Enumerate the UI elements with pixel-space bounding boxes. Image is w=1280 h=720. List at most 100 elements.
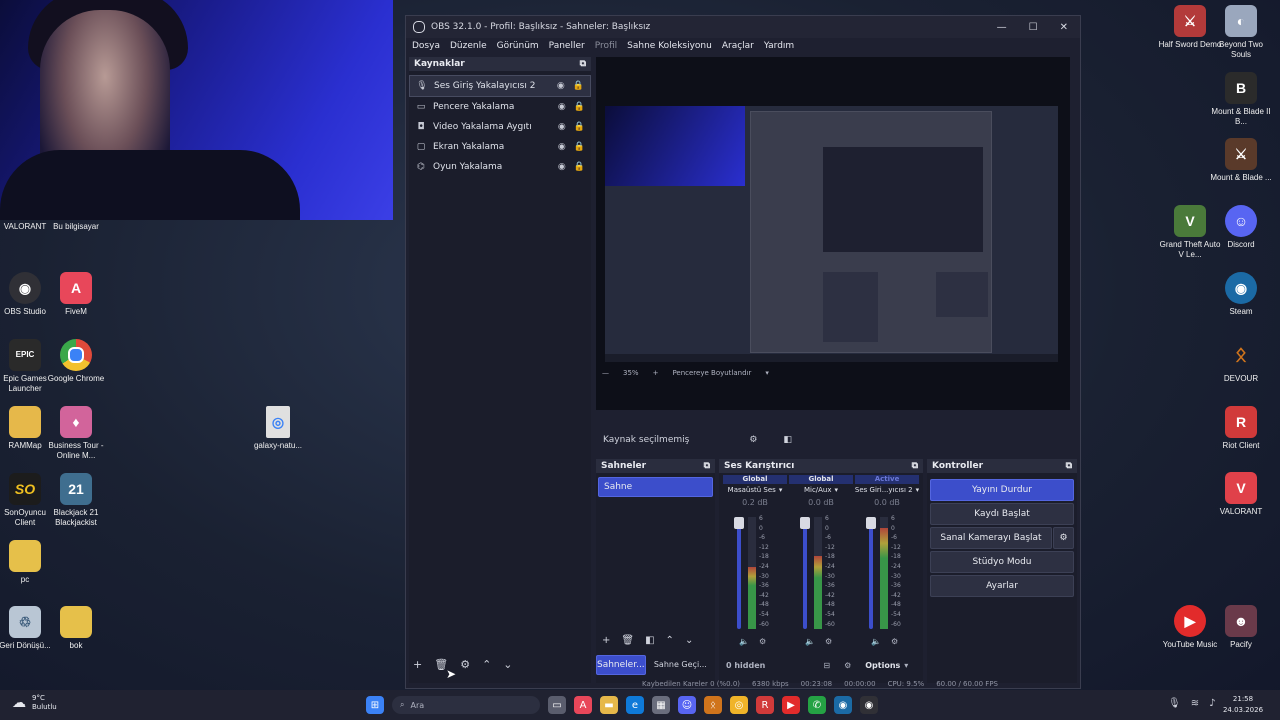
store-icon[interactable]: ▦ <box>652 696 670 714</box>
hidden-count[interactable]: 0 hidden <box>726 661 765 670</box>
lock-icon[interactable]: 🔒 <box>574 162 585 172</box>
wifi-icon[interactable]: ≋ <box>1191 698 1199 709</box>
add-scene-icon[interactable]: + <box>602 635 610 646</box>
desktop-icon-galaxy-file[interactable]: ◎ galaxy-natu... <box>246 406 310 451</box>
desktop-icon-valorant-right[interactable]: V VALORANT <box>1209 472 1273 517</box>
remove-scene-icon[interactable]: 🗑 <box>621 635 634 646</box>
desktop-icon-pacify[interactable]: ☻ Pacify <box>1209 605 1273 650</box>
filters-icon[interactable]: ◧ <box>783 435 792 445</box>
zoom-out-icon[interactable]: — <box>602 369 609 377</box>
mute-icon[interactable]: 🔈 <box>871 637 881 646</box>
microphone-icon[interactable]: 🎙 <box>1168 698 1181 709</box>
studio-mode-button[interactable]: Stüdyo Modu <box>930 551 1074 573</box>
eye-icon[interactable]: ◉ <box>558 102 566 112</box>
file-explorer-icon[interactable]: ▬ <box>600 696 618 714</box>
channel-name[interactable]: Ses Giri...yıcısı 2 ▾ <box>855 484 919 496</box>
tab-scenes[interactable]: Sahneler... <box>596 655 646 675</box>
stop-streaming-button[interactable]: Yayını Durdur <box>930 479 1074 501</box>
minimize-icon[interactable]: — <box>997 22 1007 33</box>
undock-icon[interactable]: ⧉ <box>704 461 710 471</box>
obs-icon[interactable]: ◉ <box>860 696 878 714</box>
volume-slider-knob[interactable] <box>866 517 876 529</box>
desktop-icon-beyond-two-souls[interactable]: ◐ Beyond Two Souls <box>1209 5 1273 60</box>
eye-icon[interactable]: ◉ <box>557 81 565 91</box>
volume-icon[interactable]: ♪ <box>1209 698 1215 709</box>
source-item-display-capture[interactable]: ▢ Ekran Yakalama ◉ 🔒 <box>409 137 591 157</box>
settings-button[interactable]: Ayarlar <box>930 575 1074 597</box>
move-up-icon[interactable]: ⌃ <box>666 635 674 646</box>
source-item-audio-input[interactable]: 🎙 Ses Giriş Yakalayıcısı 2 ◉ 🔒 <box>409 75 591 97</box>
source-item-window-capture[interactable]: ▭ Pencere Yakalama ◉ 🔒 <box>409 97 591 117</box>
tab-transitions[interactable]: Sahne Geçi... <box>646 655 715 673</box>
desktop-icon-discord[interactable]: ☺ Discord <box>1209 205 1273 250</box>
desktop-icon-business-tour[interactable]: ♦ Business Tour - Online M... <box>44 406 108 461</box>
volume-slider[interactable] <box>800 517 810 629</box>
channel-settings-icon[interactable]: ⚙ <box>891 637 898 646</box>
lock-icon[interactable]: 🔒 <box>573 81 584 91</box>
move-down-icon[interactable]: ⌄ <box>503 658 512 671</box>
move-down-icon[interactable]: ⌄ <box>685 635 693 646</box>
desktop-icon-riot-client[interactable]: R Riot Client <box>1209 406 1273 451</box>
channel-settings-icon[interactable]: ⚙ <box>825 637 832 646</box>
fit-to-window-label[interactable]: Pencereye Boyutlandır <box>672 369 751 377</box>
desktop-icon-pc-folder[interactable]: pc <box>0 540 57 585</box>
search-box[interactable]: ⌕ Ara <box>392 696 540 714</box>
channel-settings-icon[interactable]: ⚙ <box>759 637 766 646</box>
lock-icon[interactable]: 🔒 <box>574 142 585 152</box>
add-source-icon[interactable]: + <box>413 658 422 671</box>
scene-item[interactable]: Sahne <box>598 477 713 497</box>
maximize-icon[interactable]: ☐ <box>1029 22 1038 33</box>
desktop-icon-steam[interactable]: ◉ Steam <box>1209 272 1273 317</box>
eye-icon[interactable]: ◉ <box>558 142 566 152</box>
mixer-layout-icon[interactable]: ⊟ <box>823 661 830 670</box>
discord-icon[interactable]: ☺ <box>678 696 696 714</box>
fivem-icon[interactable]: A <box>574 696 592 714</box>
desktop-icon-warband[interactable]: ⚔ Mount & Blade ... <box>1209 138 1273 183</box>
mute-icon[interactable]: 🔈 <box>805 637 815 646</box>
start-virtual-camera-button[interactable]: Sanal Kamerayı Başlat <box>930 527 1052 549</box>
eye-icon[interactable]: ◉ <box>558 122 566 132</box>
channel-name[interactable]: Masaüstü Ses ▾ <box>723 484 787 496</box>
riot-client-icon[interactable]: R <box>756 696 774 714</box>
menu-gorunum[interactable]: Görünüm <box>497 41 539 51</box>
zoom-in-icon[interactable]: + <box>653 369 659 377</box>
options-button[interactable]: Options <box>865 661 900 670</box>
steam-icon[interactable]: ◉ <box>834 696 852 714</box>
scene-filters-icon[interactable]: ◧ <box>645 635 654 646</box>
volume-slider-knob[interactable] <box>800 517 810 529</box>
volume-slider-knob[interactable] <box>734 517 744 529</box>
menu-duzenle[interactable]: Düzenle <box>450 41 487 51</box>
lock-icon[interactable]: 🔒 <box>574 122 585 132</box>
mute-icon[interactable]: 🔈 <box>739 637 749 646</box>
youtube-music-icon[interactable]: ▶ <box>782 696 800 714</box>
start-icon[interactable]: ⊞ <box>366 696 384 714</box>
task-view-icon[interactable]: ▭ <box>548 696 566 714</box>
undock-icon[interactable]: ⧉ <box>580 59 586 69</box>
desktop-icon-devour[interactable]: ᛟ DEVOUR <box>1209 339 1273 384</box>
whatsapp-icon[interactable]: ✆ <box>808 696 826 714</box>
undock-icon[interactable]: ⧉ <box>912 461 918 471</box>
properties-icon[interactable]: ⚙ <box>749 435 757 445</box>
desktop-icon-fivem[interactable]: A FiveM <box>44 272 108 317</box>
chrome-icon[interactable]: ◎ <box>730 696 748 714</box>
close-icon[interactable]: ✕ <box>1060 22 1068 33</box>
source-settings-icon[interactable]: ⚙ <box>460 658 470 671</box>
weather-widget[interactable]: ☁ 9°C Bulutlu <box>12 694 57 712</box>
volume-slider[interactable] <box>866 517 876 629</box>
source-item-video-capture[interactable]: ◘ Video Yakalama Aygıtı ◉ 🔒 <box>409 117 591 137</box>
menu-paneller[interactable]: Paneller <box>549 41 585 51</box>
menu-dosya[interactable]: Dosya <box>412 41 440 51</box>
menu-sahne-koleksiyonu[interactable]: Sahne Koleksiyonu <box>627 41 712 51</box>
lock-icon[interactable]: 🔒 <box>574 102 585 112</box>
channel-name[interactable]: Mic/Aux ▾ <box>789 484 853 496</box>
eye-icon[interactable]: ◉ <box>558 162 566 172</box>
clock[interactable]: 21:58 24.03.2026 <box>1218 694 1268 716</box>
edge-icon[interactable]: e <box>626 696 644 714</box>
move-up-icon[interactable]: ⌃ <box>482 658 491 671</box>
desktop-icon-bannerlord[interactable]: B Mount & Blade II B... <box>1209 72 1273 127</box>
virtual-camera-settings-button[interactable]: ⚙ <box>1053 527 1074 549</box>
source-item-game-capture[interactable]: ⌬ Oyun Yakalama ◉ 🔒 <box>409 157 591 177</box>
desktop-icon-this-pc[interactable]: Bu bilgisayar <box>44 222 108 232</box>
mixer-settings-icon[interactable]: ⚙ <box>844 661 851 670</box>
desktop-icon-bok[interactable]: bok <box>44 606 108 651</box>
